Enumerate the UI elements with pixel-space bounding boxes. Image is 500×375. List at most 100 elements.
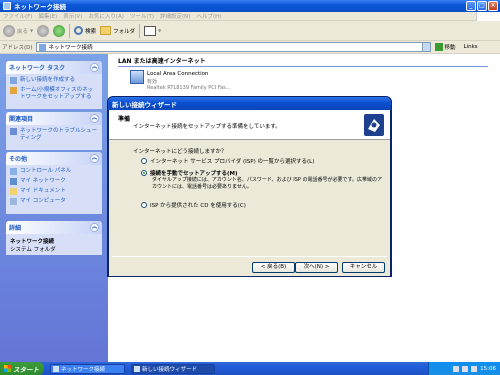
collapse-chevron-icon[interactable]: ︽ (90, 63, 99, 72)
network-tasks-title: ネットワーク タスク (9, 65, 66, 72)
wizard-heading: 準備 (118, 116, 131, 123)
back-button[interactable]: < 戻る(B) (252, 262, 295, 273)
radio-isp-cd[interactable] (141, 202, 147, 208)
network-tasks-box: ネットワーク タスク ︽ 新しい接続を作成する ホーム/小規模オフィスのネットワ… (6, 61, 102, 109)
control-panel-icon (10, 168, 17, 175)
connection-device: Realtek RTL8139 Family PCI Fas... (147, 85, 231, 91)
views-icon (144, 25, 157, 36)
lan-connection-icon[interactable] (130, 70, 144, 84)
menu-help[interactable]: ヘルプ(H) (193, 12, 224, 20)
volume-icon[interactable] (471, 365, 478, 372)
details-type: システム フォルダ (10, 247, 56, 253)
network-folder-icon (53, 365, 59, 372)
windows-logo-icon (476, 12, 500, 21)
other-my-computer[interactable]: マイ コンピュータ (10, 198, 98, 205)
collapse-chevron-icon[interactable]: ︽ (90, 223, 99, 232)
go-button[interactable]: 移動 (434, 43, 456, 51)
details-title: 詳細 (9, 225, 22, 232)
links-button[interactable]: Links (464, 44, 478, 50)
radio-choose-isp[interactable] (141, 158, 147, 164)
up-folder-button[interactable] (53, 24, 66, 37)
related-topics-header[interactable]: 関連項目 ︽ (6, 112, 102, 125)
search-icon (74, 26, 84, 35)
other-my-network[interactable]: マイ ネットワーク (10, 178, 98, 185)
option-isp-cd[interactable]: ISP から提供された CD を使用する(C) (141, 201, 246, 209)
other-label: マイ ネットワーク (20, 178, 66, 184)
address-value: ネットワーク接続 (48, 45, 93, 51)
go-label: 移動 (444, 45, 456, 51)
connection-status: 有効 (147, 79, 158, 85)
task-pane: ネットワーク タスク ︽ 新しい接続を作成する ホーム/小規模オフィスのネットワ… (0, 54, 108, 363)
address-dropdown-button[interactable] (421, 43, 430, 51)
windows-flag-icon (4, 365, 11, 372)
folders-button[interactable]: フォルダ (100, 26, 135, 35)
forward-button[interactable] (37, 24, 50, 37)
wizard-network-icon (364, 114, 384, 136)
wizard-icon (134, 365, 140, 372)
menu-view[interactable]: 表示(V) (60, 12, 85, 20)
back-arrow-icon (3, 24, 15, 37)
option-choose-isp[interactable]: インターネット サービス プロバイダ (ISP) の一覧から選択する(L) (141, 157, 314, 165)
help-icon (10, 128, 17, 135)
system-tray: 15:06 (428, 362, 500, 375)
window-titlebar[interactable]: ネットワーク接続 _ □ × (0, 0, 500, 12)
other-places-title: その他 (9, 156, 28, 163)
menu-advanced[interactable]: 詳細設定(N) (157, 12, 193, 20)
taskbar: スタート ネットワーク接続 新しい接続ウィザード 15:06 (0, 362, 500, 375)
connection-question: インターネットにどう接続しますか？ (133, 149, 227, 155)
option-label: ISP から提供された CD を使用する(C) (150, 203, 246, 209)
back-label: 戻る (17, 28, 29, 35)
go-arrow-icon (434, 43, 443, 51)
menu-tools[interactable]: ツール(T) (127, 12, 157, 20)
minimize-button[interactable]: _ (466, 1, 476, 11)
search-button[interactable]: 検索 (74, 26, 96, 35)
wizard-titlebar[interactable]: 新しい接続ウィザード (108, 97, 391, 110)
other-label: コントロール パネル (20, 168, 72, 174)
cancel-button[interactable]: キャンセル (342, 262, 385, 273)
taskbar-item-wizard[interactable]: 新しい接続ウィザード (131, 363, 215, 374)
address-bar: アドレス(D) ネットワーク接続 移動 Links (0, 41, 500, 54)
back-button[interactable]: 戻る ▼ (3, 24, 33, 37)
menu-edit[interactable]: 編集(E) (35, 12, 60, 20)
folder-icon (100, 26, 112, 35)
other-my-documents[interactable]: マイ ドキュメント (10, 188, 98, 195)
related-troubleshooter[interactable]: ネットワークのトラブルシューティング (10, 128, 98, 142)
home-network-icon (10, 87, 17, 94)
option-manual-setup[interactable]: 接続を手動でセットアップする(M) (141, 169, 238, 177)
menu-favorites[interactable]: お気に入り(A) (85, 12, 127, 20)
network-tray-icon[interactable] (462, 365, 469, 372)
collapse-chevron-icon[interactable]: ︽ (90, 114, 99, 123)
option-manual-description: ダイヤルアップ接続には、アカウント名、パスワード、および ISP の電話番号が必… (152, 177, 382, 190)
clock[interactable]: 15:06 (480, 366, 496, 372)
maximize-button[interactable]: □ (477, 1, 487, 11)
option-label: 接続を手動でセットアップする(M) (150, 171, 238, 177)
other-control-panel[interactable]: コントロール パネル (10, 168, 98, 175)
task-label: 新しい接続を作成する (20, 77, 76, 83)
option-label: インターネット サービス プロバイダ (ISP) の一覧から選択する(L) (150, 159, 315, 165)
next-button[interactable]: 次へ(N) > (295, 262, 338, 273)
task-create-connection[interactable]: 新しい接続を作成する (10, 77, 98, 84)
details-header[interactable]: 詳細 ︽ (6, 221, 102, 234)
address-input[interactable]: ネットワーク接続 (35, 42, 431, 52)
radio-manual-setup[interactable] (141, 170, 147, 176)
other-places-header[interactable]: その他 ︽ (6, 152, 102, 165)
task-label: 新しい接続ウィザード (142, 366, 198, 373)
connection-name[interactable]: Local Area Connection (147, 71, 209, 77)
views-button[interactable]: ▼ (144, 25, 161, 36)
ime-icon[interactable] (453, 365, 460, 372)
task-home-network-setup[interactable]: ホーム/小規模オフィスのネットワークをセットアップする (10, 87, 98, 101)
start-label: スタート (13, 365, 39, 374)
my-computer-icon (10, 198, 17, 205)
taskbar-item-network-connections[interactable]: ネットワーク接続 (50, 363, 125, 374)
related-topics-title: 関連項目 (9, 116, 34, 123)
close-button[interactable]: × (488, 1, 498, 11)
collapse-chevron-icon[interactable]: ︽ (90, 154, 99, 163)
toolbar-separator (139, 23, 141, 38)
other-label: マイ コンピュータ (20, 198, 66, 204)
menu-file[interactable]: ファイル(F) (0, 12, 35, 20)
window-title: ネットワーク接続 (14, 3, 66, 11)
start-button[interactable]: スタート (0, 362, 44, 375)
new-connection-icon (10, 77, 17, 84)
address-label: アドレス(D) (2, 45, 33, 51)
network-tasks-header[interactable]: ネットワーク タスク ︽ (6, 61, 102, 74)
